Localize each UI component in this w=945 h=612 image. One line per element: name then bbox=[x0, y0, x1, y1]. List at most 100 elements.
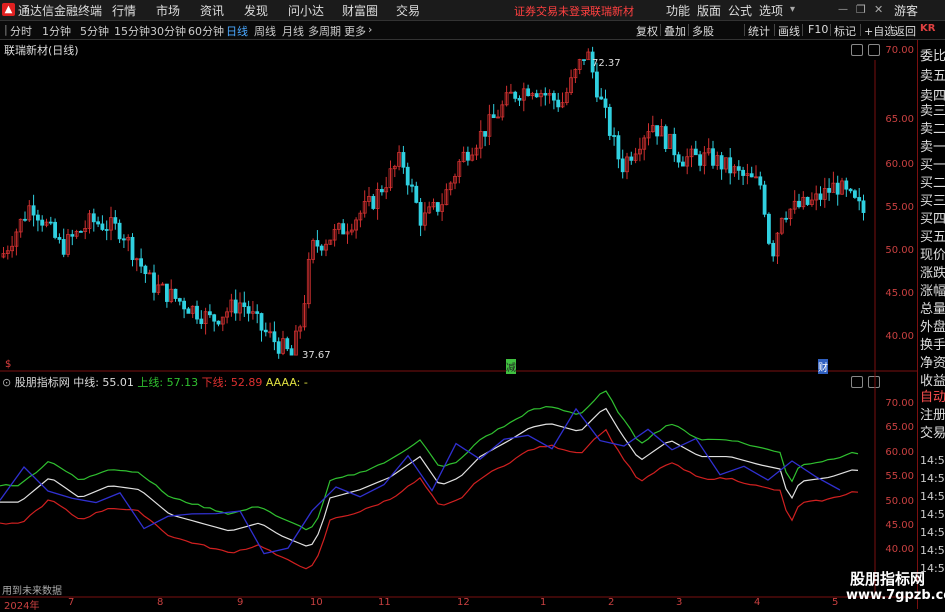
register-button[interactable]: 注册 bbox=[920, 404, 945, 423]
quote-field: 买五 bbox=[920, 230, 945, 245]
tick-time: 14:56 bbox=[920, 490, 945, 503]
period-5min[interactable]: 5分钟 bbox=[80, 23, 109, 39]
candle bbox=[599, 96, 604, 100]
candle bbox=[491, 114, 496, 119]
candle bbox=[199, 318, 204, 325]
tool-f10[interactable]: F10 bbox=[808, 23, 828, 36]
candle bbox=[607, 106, 612, 136]
candle bbox=[663, 126, 668, 149]
trade-button[interactable]: 交易 bbox=[920, 422, 945, 441]
quote-field: 卖五 bbox=[920, 69, 945, 84]
tick-time: 14:56 bbox=[920, 544, 945, 557]
menu-item-ask[interactable]: 问小达 bbox=[288, 2, 324, 19]
candle bbox=[216, 320, 221, 325]
indicator-name[interactable]: 股朋指标网 bbox=[15, 376, 70, 389]
trade-status-warning[interactable]: 证券交易未登录 bbox=[514, 3, 591, 19]
menu-item-trade[interactable]: 交易 bbox=[396, 2, 420, 19]
tick-time: 14:56 bbox=[920, 472, 945, 485]
candle bbox=[435, 202, 440, 212]
chevron-right-icon[interactable]: › bbox=[368, 23, 372, 36]
dividend-marker[interactable]: $ bbox=[5, 359, 11, 370]
period-30min[interactable]: 30分钟 bbox=[150, 23, 186, 39]
menu-item-wealth[interactable]: 财富圈 bbox=[342, 2, 378, 19]
candle bbox=[762, 184, 767, 215]
menu-item-discover[interactable]: 发现 bbox=[244, 2, 268, 19]
reduce-marker[interactable]: 减 bbox=[506, 359, 516, 374]
candle bbox=[848, 188, 853, 192]
tick-time: 14:56 bbox=[920, 508, 945, 521]
menu-item-options[interactable]: 选项 bbox=[759, 2, 783, 19]
guest-button[interactable]: 游客 bbox=[894, 2, 918, 19]
tool-stats[interactable]: 统计 bbox=[748, 23, 770, 39]
candle bbox=[805, 196, 810, 205]
candle bbox=[285, 338, 290, 350]
candle bbox=[797, 200, 801, 208]
period-1min[interactable]: 1分钟 bbox=[42, 23, 71, 39]
candle bbox=[96, 221, 100, 225]
indicator-toggle-icon[interactable]: ⊙ bbox=[2, 376, 11, 389]
xaxis-label: 4 bbox=[754, 597, 761, 608]
quote-field: 买二 bbox=[920, 176, 945, 191]
candle bbox=[164, 283, 169, 302]
quote-field: 买三 bbox=[920, 194, 945, 209]
menu-item-layout[interactable]: 版面 bbox=[697, 2, 721, 19]
candle bbox=[246, 306, 251, 314]
ind-ytick-label: 50.00 bbox=[885, 496, 914, 507]
xaxis-label: 5 bbox=[832, 597, 839, 608]
tool-multistock[interactable]: 多股 bbox=[692, 23, 714, 39]
quote-field: 买四 bbox=[920, 212, 945, 227]
candle bbox=[771, 242, 776, 257]
menu-item-formula[interactable]: 公式 bbox=[728, 2, 752, 19]
tool-mark[interactable]: 标记 bbox=[834, 23, 856, 39]
quote-side-panel: KR 委比 卖五 卖四 卖三 卖二 卖一 买一 买二 买三 买四 买五 现价 涨… bbox=[917, 23, 945, 609]
candle bbox=[853, 190, 857, 198]
menu-item-market[interactable]: 行情 bbox=[112, 2, 136, 19]
menu-item-exchange[interactable]: 市场 bbox=[156, 2, 180, 19]
period-multi[interactable]: 多周期 bbox=[308, 23, 341, 39]
candle bbox=[719, 155, 724, 170]
candle bbox=[91, 213, 96, 223]
candle bbox=[698, 154, 702, 166]
candle bbox=[818, 193, 823, 200]
stock-code-label: KR bbox=[920, 23, 936, 34]
tool-draw[interactable]: 画线 bbox=[778, 23, 800, 39]
tool-adjust[interactable]: 复权 bbox=[636, 23, 658, 39]
candle bbox=[207, 311, 212, 316]
candle bbox=[130, 236, 135, 260]
period-monthly[interactable]: 月线 bbox=[282, 23, 304, 39]
tool-overlay[interactable]: 叠加 bbox=[664, 23, 686, 39]
period-15min[interactable]: 15分钟 bbox=[114, 23, 150, 39]
period-weekly[interactable]: 周线 bbox=[254, 23, 276, 39]
candle bbox=[289, 348, 294, 356]
candle bbox=[379, 189, 384, 193]
candle bbox=[53, 221, 57, 238]
period-60min[interactable]: 60分钟 bbox=[188, 23, 224, 39]
candle bbox=[736, 166, 741, 171]
period-more[interactable]: 更多 bbox=[344, 23, 366, 39]
period-daily[interactable]: 日线 bbox=[226, 23, 248, 39]
close-icon[interactable]: ✕ bbox=[874, 3, 883, 16]
dropdown-icon[interactable]: ▾ bbox=[790, 4, 795, 15]
xaxis-label: 1 bbox=[540, 597, 547, 608]
indicator-header: ⊙ 股朋指标网 中线: 55.01 上线: 57.13 下线: 52.89 AA… bbox=[2, 374, 308, 390]
aaaa-line bbox=[0, 407, 841, 555]
candle bbox=[233, 299, 238, 314]
menu-item-function[interactable]: 功能 bbox=[666, 2, 690, 19]
candle bbox=[620, 158, 625, 173]
candle bbox=[405, 166, 410, 186]
tool-back[interactable]: 返回 bbox=[894, 23, 916, 39]
minimize-icon[interactable]: — bbox=[838, 4, 848, 15]
quote-field: 涨跌 bbox=[920, 266, 945, 281]
period-intraday[interactable]: 分时 bbox=[10, 23, 32, 39]
auto-button[interactable]: 自动 bbox=[920, 386, 945, 405]
ind-ytick-label: 60.00 bbox=[885, 447, 914, 458]
candle bbox=[595, 71, 599, 98]
candle bbox=[861, 200, 866, 213]
kline-chart[interactable] bbox=[0, 40, 917, 609]
quote-field: 委比 bbox=[920, 49, 945, 64]
candle bbox=[315, 240, 320, 247]
restore-icon[interactable]: ❐ bbox=[856, 3, 866, 16]
finance-marker[interactable]: 财 bbox=[818, 359, 828, 374]
xaxis-label: 12 bbox=[457, 597, 470, 608]
menu-item-news[interactable]: 资讯 bbox=[200, 2, 224, 19]
